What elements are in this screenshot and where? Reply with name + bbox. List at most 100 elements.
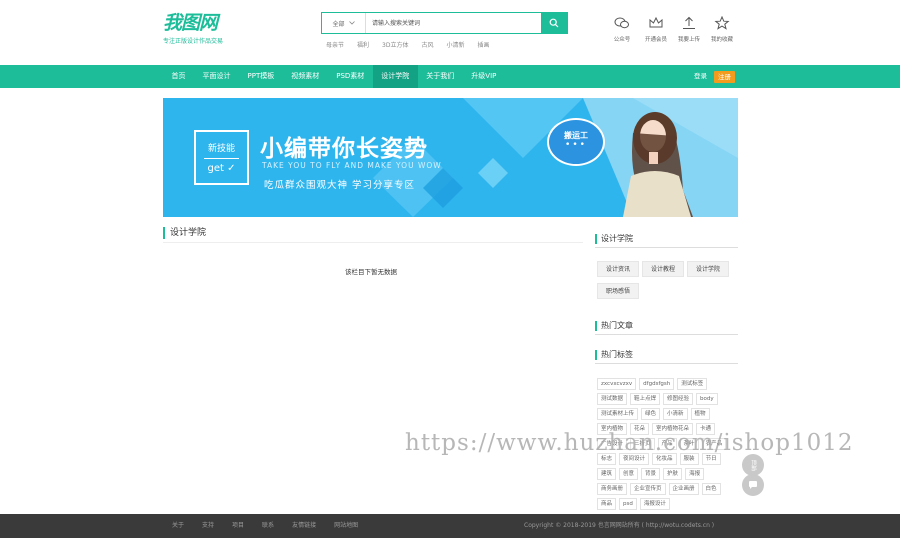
sidebar-hot-articles-header: 热门文章 — [595, 321, 738, 335]
hot-word[interactable]: 古风 — [421, 40, 433, 49]
quick-link-favorites[interactable]: 我的收藏 — [705, 16, 739, 43]
hot-word[interactable]: 母亲节 — [326, 40, 344, 49]
banner-badge: 新技能 get ✓ — [194, 130, 249, 185]
footer-link[interactable]: 友情链接 — [292, 514, 316, 538]
speech-bubble: 搬运工 ••• — [547, 118, 605, 166]
logo-text: 我图网 — [163, 12, 218, 34]
login-link[interactable]: 登录 — [694, 65, 707, 88]
nav-item-academy[interactable]: 设计学院 — [372, 65, 418, 88]
hot-tag[interactable]: 商品 — [597, 498, 617, 510]
empty-message: 该栏目下暂无数据 — [345, 268, 397, 276]
footer-link[interactable]: 网站地图 — [334, 514, 358, 538]
hot-tag[interactable]: 鞋上点焊 — [630, 393, 661, 405]
search-category-label: 全部 — [332, 20, 345, 28]
banner-subtitle-en: TAKE YOU TO FLY AND MAKE YOU WOW — [262, 161, 442, 170]
hot-tag[interactable]: 企业画册 — [668, 483, 699, 495]
hot-word[interactable]: 插画 — [478, 40, 490, 49]
main-nav: 首页 平面设计 PPT模板 视频素材 PSD素材 设计学院 关于我们 升级VIP… — [0, 65, 900, 88]
hot-tag[interactable]: 海报设计 — [639, 498, 670, 510]
hot-word[interactable]: 3D立方体 — [382, 40, 408, 49]
category-button[interactable]: 职场感悟 — [597, 283, 640, 299]
nav-item-video[interactable]: 视频素材 — [283, 65, 328, 88]
section-header: 设计学院 — [163, 227, 583, 243]
hot-tag[interactable]: zxcvxcvzxv — [597, 378, 637, 390]
hot-word[interactable]: 小清新 — [447, 40, 465, 49]
sidebar-hot-tags-title: 热门标签 — [595, 350, 633, 360]
back-to-top-label: 顶部 — [750, 459, 756, 471]
hot-tag[interactable]: 护肤 — [663, 468, 683, 480]
quick-link-wechat[interactable]: 公众号 — [605, 16, 639, 43]
search-category-select[interactable]: 全部 — [322, 13, 366, 33]
hot-word[interactable]: 福利 — [357, 40, 369, 49]
hot-tag[interactable]: 企业宣传页 — [630, 483, 666, 495]
hot-tag[interactable]: 绿色 — [641, 408, 661, 420]
hot-tag[interactable]: 商务画册 — [597, 483, 628, 495]
sidebar-hot-articles-title: 热门文章 — [595, 321, 633, 331]
hot-tag[interactable]: 修图经验 — [663, 393, 694, 405]
hot-tag[interactable]: body — [696, 393, 718, 405]
search-button[interactable] — [541, 13, 567, 33]
chat-button[interactable] — [742, 474, 764, 496]
hot-tag[interactable]: 小清新 — [663, 408, 688, 420]
hot-tag[interactable]: 建筑 — [597, 468, 617, 480]
back-to-top-button[interactable]: 顶部 — [742, 454, 764, 476]
hot-tag[interactable]: 海报 — [685, 468, 705, 480]
footer-link[interactable]: 联系 — [262, 514, 274, 538]
banner-badge-divider — [204, 158, 239, 159]
section-title: 设计学院 — [163, 227, 206, 239]
sidebar-hot-tags-header: 热门标签 — [595, 350, 738, 364]
banner-subtitle-cn: 吃瓜群众围观大神 学习分享专区 — [264, 180, 416, 191]
banner[interactable]: 新技能 get ✓ 小编带你长姿势 TAKE YOU TO FLY AND MA… — [163, 98, 738, 217]
footer-links: 关于 支持 项目 联系 友情链接 网站地图 — [172, 514, 376, 538]
star-icon — [714, 16, 730, 30]
footer-link[interactable]: 关于 — [172, 514, 184, 538]
wechat-icon — [614, 17, 629, 29]
hot-tag[interactable]: 测试素材上传 — [597, 408, 639, 420]
footer-link[interactable]: 项目 — [232, 514, 244, 538]
nav-item-psd[interactable]: PSD素材 — [328, 65, 373, 88]
category-button[interactable]: 设计学院 — [687, 261, 730, 277]
sidebar-academy-header: 设计学院 — [595, 234, 738, 248]
nav-item-about[interactable]: 关于我们 — [418, 65, 463, 88]
footer-link[interactable]: 支持 — [202, 514, 214, 538]
footer-copyright: Copyright © 2018-2019 也言网网站所有 ( http://w… — [524, 522, 715, 529]
quick-link-label: 开通会员 — [644, 37, 667, 43]
quick-link-label: 公众号 — [613, 37, 631, 43]
nav-item-home[interactable]: 首页 — [163, 65, 194, 88]
hot-words: 母亲节 福利 3D立方体 古风 小清新 插画 — [326, 40, 490, 49]
nav-items: 首页 平面设计 PPT模板 视频素材 PSD素材 设计学院 关于我们 升级VIP — [163, 65, 505, 88]
chat-icon — [749, 481, 757, 489]
logo[interactable]: 我图网 专注正版设计作品交易 — [163, 12, 243, 45]
footer: 关于 支持 项目 联系 友情链接 网站地图 Copyright © 2018-2… — [0, 514, 900, 538]
logo-slogan: 专注正版设计作品交易 — [163, 38, 224, 45]
search-bar: 全部 — [321, 12, 568, 34]
search-icon — [549, 18, 559, 28]
banner-badge-bottom: get — [207, 163, 224, 174]
search-input[interactable] — [366, 13, 541, 33]
nav-item-ppt[interactable]: PPT模板 — [239, 65, 283, 88]
quick-link-label: 我的收藏 — [710, 37, 733, 43]
quick-link-label: 我要上传 — [677, 37, 700, 43]
hot-tag[interactable]: 创意 — [619, 468, 639, 480]
quick-link-vip[interactable]: 开通会员 — [639, 16, 673, 43]
hot-tag[interactable]: 背景 — [641, 468, 661, 480]
quick-link-upload[interactable]: 我要上传 — [672, 16, 706, 43]
hot-tag[interactable]: 测试标签 — [677, 378, 708, 390]
hot-tag[interactable]: psd — [619, 498, 637, 510]
banner-badge-top: 新技能 — [207, 144, 235, 154]
hot-tag[interactable]: dfgdsfgsh — [639, 378, 675, 390]
banner-decoration — [373, 98, 738, 217]
nav-item-vip[interactable]: 升级VIP — [463, 65, 505, 88]
chevron-down-icon — [348, 21, 355, 25]
sidebar-academy-title: 设计学院 — [595, 234, 633, 244]
hot-tag[interactable]: 白色 — [701, 483, 721, 495]
upload-icon — [683, 16, 695, 29]
category-button[interactable]: 设计教程 — [642, 261, 685, 277]
hot-tag[interactable]: 测试数据 — [597, 393, 628, 405]
nav-item-graphic-design[interactable]: 平面设计 — [194, 65, 239, 88]
banner-title: 小编带你长姿势 — [260, 136, 428, 162]
speech-bubble-dots: ••• — [565, 140, 587, 150]
hot-tag[interactable]: 植物 — [690, 408, 710, 420]
category-button[interactable]: 设计资讯 — [597, 261, 640, 277]
register-button[interactable]: 注册 — [714, 71, 735, 83]
